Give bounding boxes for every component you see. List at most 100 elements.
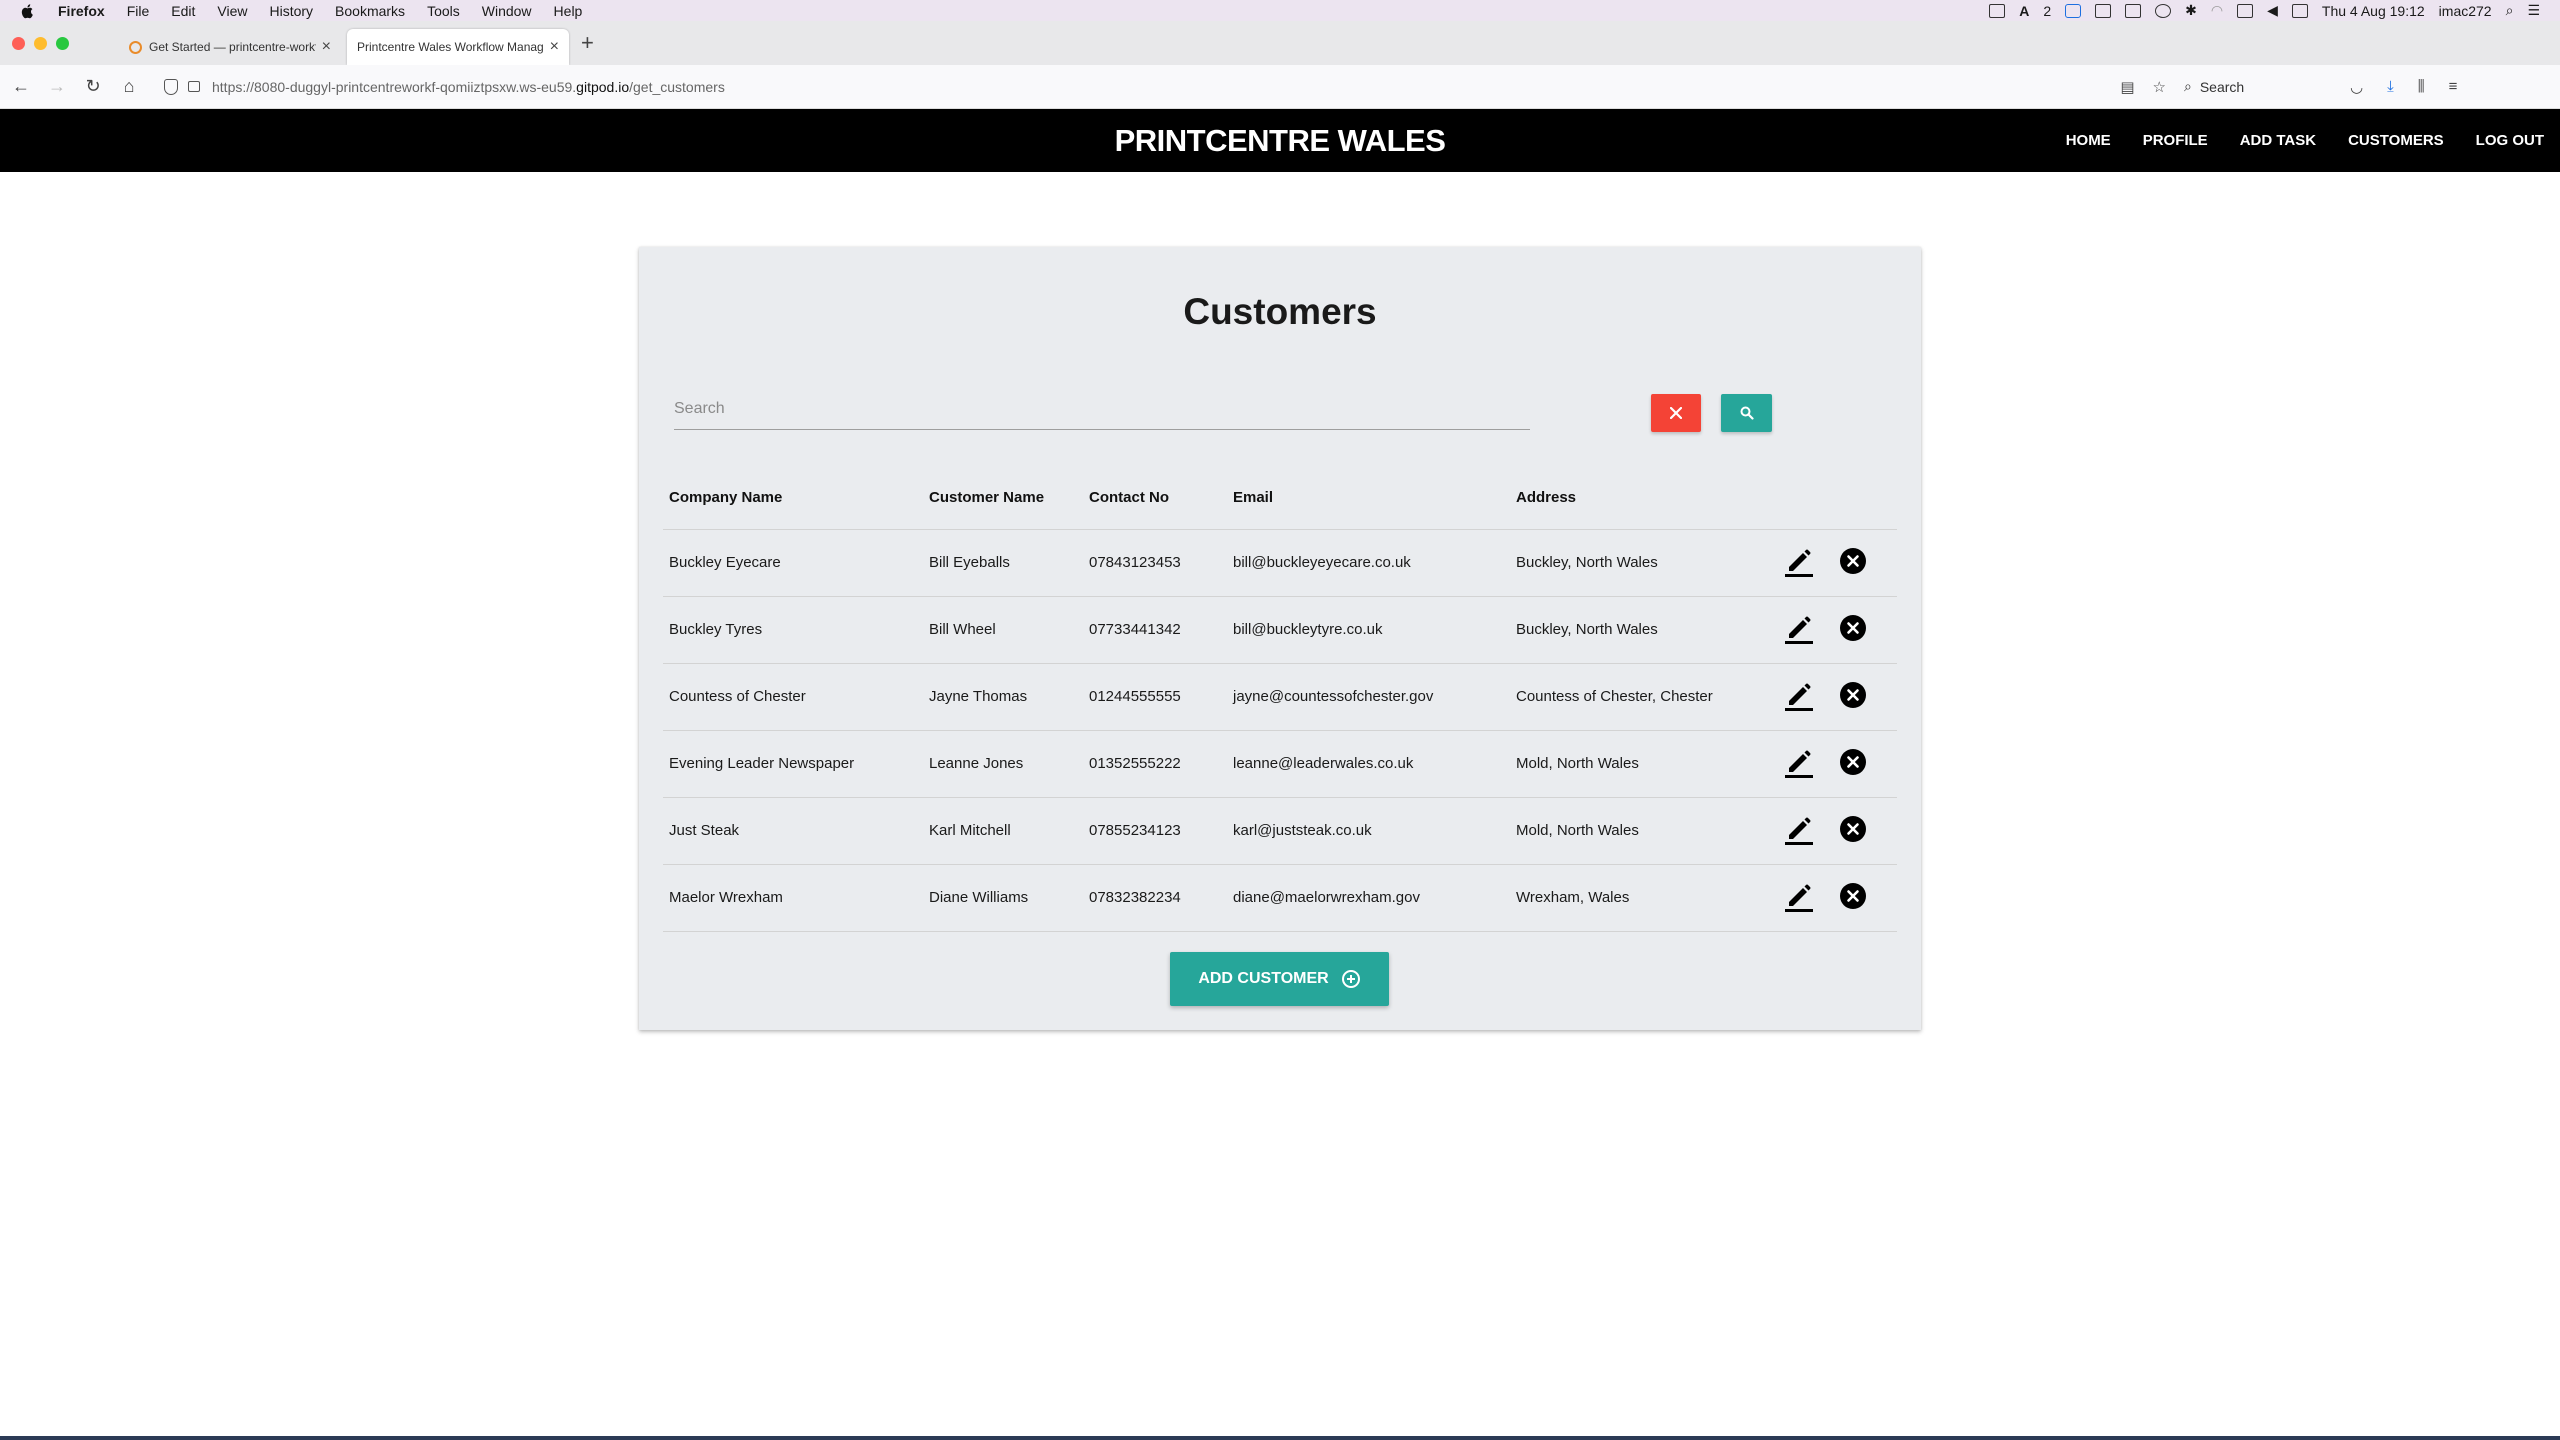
close-circle-icon (1840, 815, 1866, 842)
menubar-clock[interactable]: Thu 4 Aug 19:12 (2322, 3, 2425, 19)
edit-customer-button[interactable] (1783, 813, 1815, 845)
edit-cell (1777, 730, 1833, 798)
menu-help[interactable]: Help (554, 3, 583, 19)
menu-edit[interactable]: Edit (171, 3, 195, 19)
menu-firefox[interactable]: Firefox (58, 3, 105, 19)
time-machine-icon[interactable] (2155, 3, 2172, 18)
remote-desktop-icon[interactable] (2065, 3, 2082, 18)
edit-customer-button[interactable] (1783, 545, 1815, 577)
apple-icon[interactable] (20, 3, 36, 19)
menu-tools[interactable]: Tools (427, 3, 460, 19)
menu-window[interactable]: Window (482, 3, 532, 19)
search-input[interactable] (674, 390, 1530, 428)
edit-customer-button[interactable] (1783, 612, 1815, 644)
adobe-icon[interactable]: A (2019, 3, 2029, 19)
cell-customer-name: Bill Wheel (923, 596, 1083, 664)
menu-history[interactable]: History (269, 3, 313, 19)
header-company-name: Company Name (663, 467, 923, 530)
airplay-icon[interactable] (2237, 3, 2254, 18)
nav-customers[interactable]: CUSTOMERS (2348, 132, 2444, 149)
app-menu-icon[interactable]: ≡ (2449, 78, 2458, 96)
cell-company-name: Buckley Tyres (663, 596, 923, 664)
tab-workflow-manager[interactable]: Printcentre Wales Workflow Manager × (347, 29, 569, 65)
close-circle-icon (1840, 547, 1866, 574)
nav-profile[interactable]: PROFILE (2143, 132, 2208, 149)
add-circle-icon (1341, 970, 1360, 988)
add-customer-button[interactable]: ADD CUSTOMER (1170, 952, 1389, 1006)
edit-customer-button[interactable] (1783, 746, 1815, 778)
zoom-window-button[interactable] (56, 36, 69, 50)
reader-view-icon[interactable]: ▤ (2120, 78, 2134, 96)
table-row: Evening Leader Newspaper Leanne Jones 0135… (663, 730, 1897, 798)
control-center-icon[interactable]: ☰ (2527, 2, 2540, 19)
lock-icon[interactable] (188, 81, 200, 92)
pencil-icon (1785, 683, 1813, 711)
delete-customer-button[interactable] (1839, 547, 1867, 575)
nav-log-out[interactable]: LOG OUT (2476, 132, 2544, 149)
tab-close-icon[interactable]: × (322, 38, 331, 56)
wifi-icon[interactable]: ◠ (2211, 2, 2223, 19)
delete-customer-button[interactable] (1839, 614, 1867, 642)
reload-icon[interactable]: ↻ (78, 76, 108, 97)
script-editor-icon[interactable] (2095, 3, 2112, 18)
url-host: gitpod.io (576, 78, 630, 95)
browser-search-box[interactable]: ⌕ Search (2184, 72, 2324, 102)
clear-search-button[interactable] (1651, 394, 1701, 432)
volume-icon[interactable]: ◀ (2267, 2, 2278, 19)
menu-file[interactable]: File (127, 3, 150, 19)
menu-view[interactable]: View (217, 3, 247, 19)
edit-cell (1777, 797, 1833, 865)
keyboard-icon[interactable] (2291, 3, 2308, 18)
header-contact-no: Contact No (1083, 467, 1227, 530)
header-email: Email (1227, 467, 1510, 530)
delete-customer-button[interactable] (1839, 882, 1867, 910)
tab-get-started[interactable]: Get Started — printcentre-workf × (119, 29, 341, 65)
cell-customer-name: Leanne Jones (923, 730, 1083, 798)
site-nav: HOME PROFILE ADD TASK CUSTOMERS LOG OUT (2066, 109, 2560, 172)
os-menubar: Firefox File Edit View History Bookmarks… (0, 0, 2560, 21)
tracking-shield-icon[interactable] (164, 78, 178, 95)
downloads-icon[interactable]: ⤓ (2387, 78, 2394, 96)
close-circle-icon (1840, 882, 1866, 909)
delete-cell (1833, 596, 1897, 664)
nav-add-task[interactable]: ADD TASK (2240, 132, 2316, 149)
url-bar[interactable]: https://8080-duggyl-printcentreworkf-qom… (164, 71, 2184, 103)
edit-customer-button[interactable] (1783, 880, 1815, 912)
library-icon[interactable]: ⫼ (2418, 78, 2425, 96)
cell-contact-no: 07855234123 (1083, 797, 1227, 865)
pencil-icon (1785, 817, 1813, 845)
edit-cell (1777, 529, 1833, 597)
edit-customer-button[interactable] (1783, 679, 1815, 711)
cell-contact-no: 01352555222 (1083, 730, 1227, 798)
cell-email: bill@buckleytyre.co.uk (1227, 596, 1510, 664)
cell-company-name: Maelor Wrexham (663, 864, 923, 932)
menu-bookmarks[interactable]: Bookmarks (335, 3, 405, 19)
cell-customer-name: Karl Mitchell (923, 797, 1083, 865)
close-icon (1670, 407, 1682, 419)
header-address: Address (1510, 467, 1777, 530)
adobe-badge-count: 2 (2043, 2, 2052, 19)
browser-tabstrip: Get Started — printcentre-workf × Printc… (0, 21, 2560, 65)
cell-contact-no: 07733441342 (1083, 596, 1227, 664)
forward-arrow-icon[interactable]: → (42, 76, 72, 97)
bluetooth-icon[interactable]: ✱ (2185, 2, 2197, 19)
pencil-icon (1785, 750, 1813, 778)
new-tab-button[interactable]: + (581, 30, 594, 56)
menubar-user[interactable]: imac272 (2439, 3, 2492, 19)
close-window-button[interactable] (12, 36, 25, 50)
back-arrow-icon[interactable]: ← (6, 76, 36, 97)
nav-home[interactable]: HOME (2066, 132, 2111, 149)
minimize-window-button[interactable] (34, 36, 47, 50)
delete-customer-button[interactable] (1839, 681, 1867, 709)
tab-close-icon[interactable]: × (550, 38, 559, 56)
search-button[interactable] (1721, 394, 1772, 432)
delete-customer-button[interactable] (1839, 815, 1867, 843)
spotlight-icon[interactable]: ⌕ (2506, 2, 2514, 19)
pocket-icon[interactable]: ◡ (2350, 78, 2363, 96)
bookmark-star-icon[interactable]: ☆ (2153, 78, 2166, 96)
cloud-sync-icon[interactable] (1989, 3, 2006, 18)
home-icon[interactable]: ⌂ (114, 76, 144, 97)
folder-icon[interactable] (2125, 3, 2142, 18)
delete-customer-button[interactable] (1839, 748, 1867, 776)
tab-title: Get Started — printcentre-workf (149, 40, 316, 54)
